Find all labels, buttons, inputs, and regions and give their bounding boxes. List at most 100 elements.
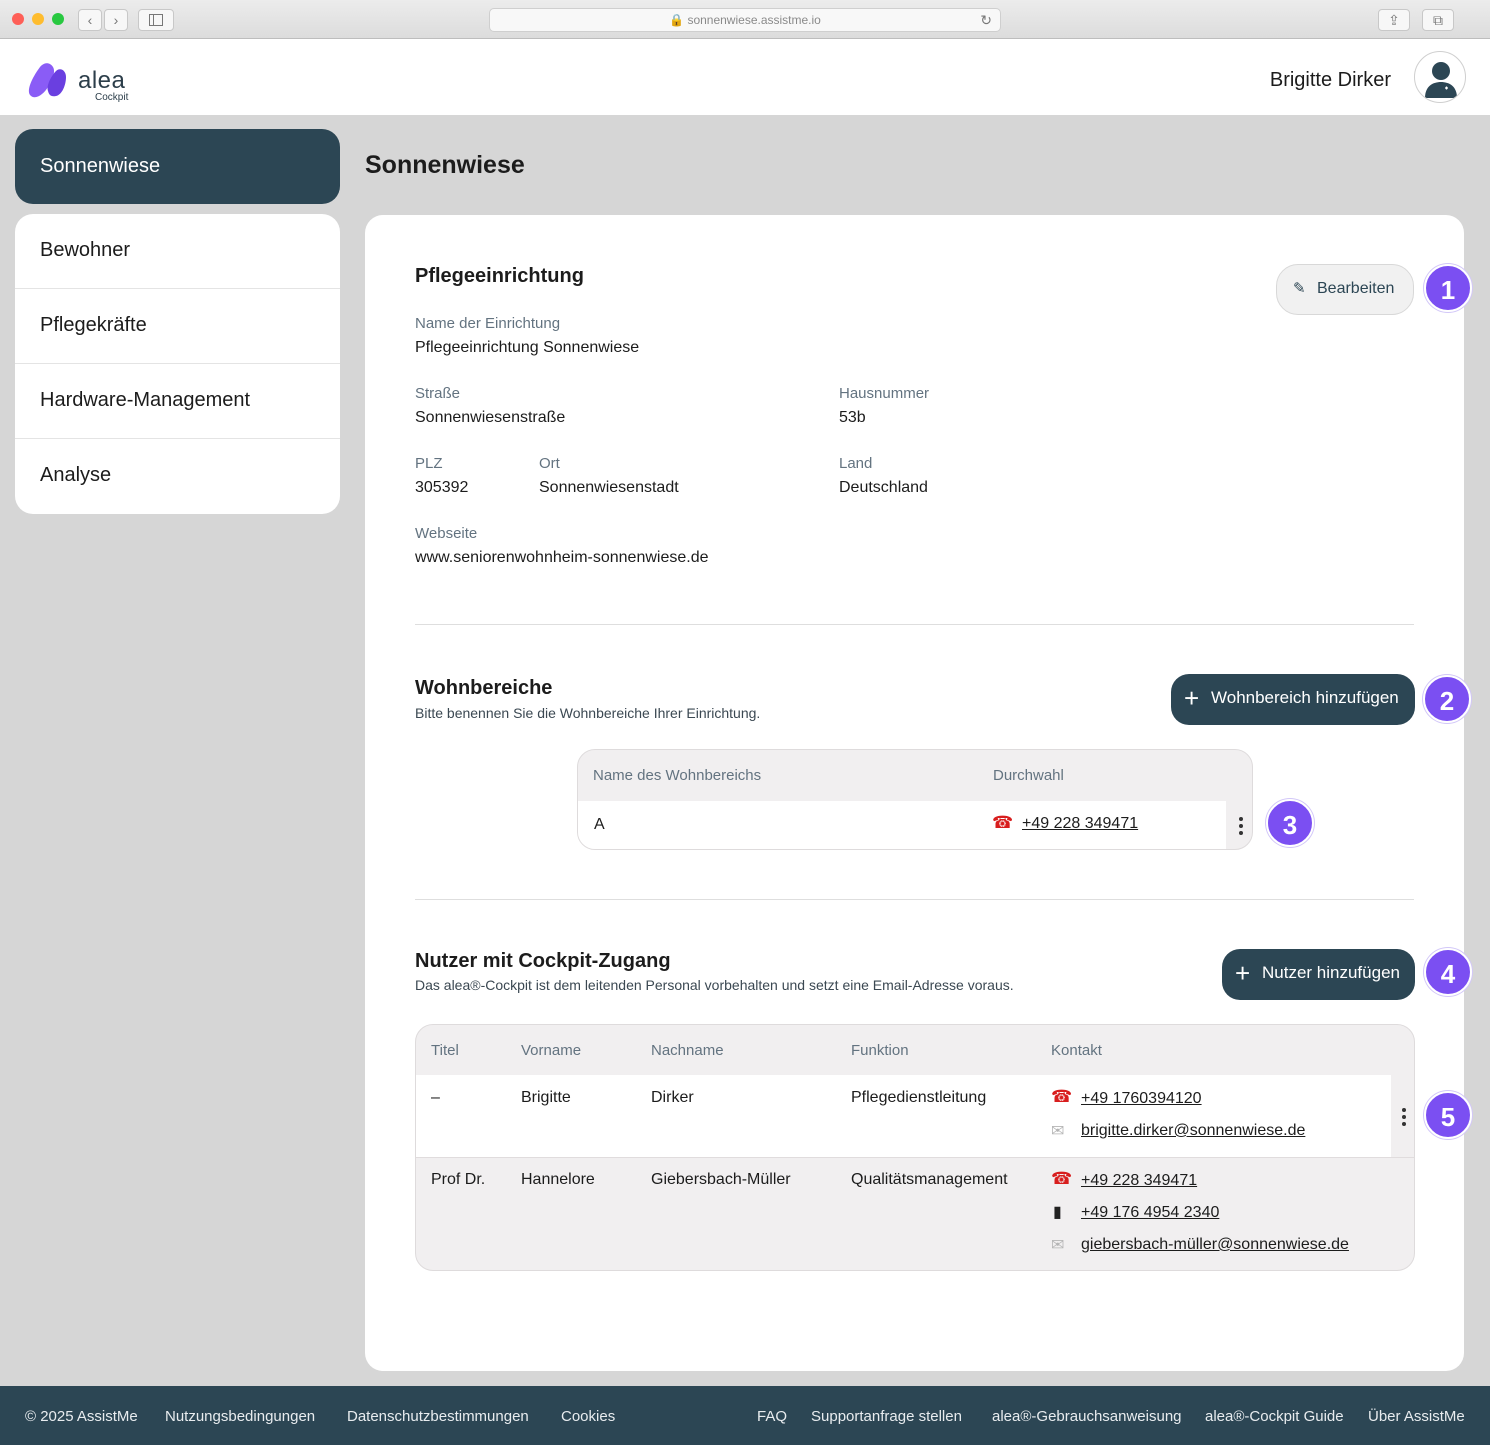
share-icon[interactable]: ⇪ bbox=[1378, 9, 1410, 31]
plus-icon: + bbox=[1235, 958, 1251, 988]
footer-link-faq[interactable]: FAQ bbox=[757, 1408, 787, 1425]
url-text: sonnenwiese.assistme.io bbox=[687, 13, 821, 27]
footer-link-cookies[interactable]: Cookies bbox=[561, 1408, 615, 1425]
sidebar-item-bewohner[interactable]: Bewohner bbox=[15, 214, 340, 289]
edit-button-label: Bearbeiten bbox=[1317, 280, 1395, 297]
add-area-button[interactable]: + Wohnbereich hinzufügen bbox=[1171, 674, 1415, 725]
area-phone-link[interactable]: +49 228 349471 bbox=[1022, 815, 1138, 833]
users-col-first-name: Vorname bbox=[521, 1042, 582, 1059]
city-value: Sonnenwiesenstadt bbox=[539, 479, 679, 496]
user-avatar-icon[interactable] bbox=[1414, 51, 1466, 103]
users-col-title: Titel bbox=[431, 1042, 459, 1059]
areas-table: Name des Wohnbereichs Durchwahl A ☎ +49 … bbox=[577, 749, 1253, 850]
annotation-badge-2: 2 bbox=[1423, 675, 1471, 723]
users-table: Titel Vorname Nachname Funktion Kontakt … bbox=[415, 1024, 1415, 1271]
pencil-icon: ✎ bbox=[1293, 280, 1306, 297]
reload-icon[interactable]: ↻ bbox=[980, 9, 992, 31]
zip-label: PLZ bbox=[415, 455, 443, 472]
mobile-phone-icon: ▮ bbox=[1053, 1204, 1062, 1221]
facility-card: Pflegeeinrichtung ✎ Bearbeiten Name der … bbox=[365, 215, 1464, 1371]
back-icon[interactable]: ‹ bbox=[78, 9, 102, 31]
users-col-role: Funktion bbox=[851, 1042, 909, 1059]
minimize-window-button[interactable] bbox=[32, 13, 44, 25]
users-col-last-name: Nachname bbox=[651, 1042, 724, 1059]
phone-icon: ☎ bbox=[992, 813, 1014, 832]
facility-name-value: Pflegeeinrichtung Sonnenwiese bbox=[415, 339, 640, 356]
logo-wordmark: alea bbox=[78, 67, 126, 94]
sidebar-item-hardware-management[interactable]: Hardware-Management bbox=[15, 364, 340, 439]
user-first-name: Hannelore bbox=[521, 1171, 595, 1188]
sidebar-toggle-icon[interactable] bbox=[138, 9, 174, 31]
user-first-name: Brigitte bbox=[521, 1089, 571, 1106]
lock-icon: 🔒 bbox=[669, 13, 685, 27]
country-label: Land bbox=[839, 455, 873, 472]
footer: © 2025 AssistMe Nutzungsbedingungen Date… bbox=[0, 1386, 1490, 1445]
house-number-label: Hausnummer bbox=[839, 385, 930, 402]
country-value: Deutschland bbox=[839, 479, 928, 496]
user-phone-link[interactable]: +49 1760394120 bbox=[1081, 1090, 1202, 1108]
mail-icon: ✉ bbox=[1051, 1237, 1065, 1254]
user-role: Qualitätsmanagement bbox=[851, 1171, 1008, 1188]
plus-icon: + bbox=[1184, 683, 1200, 713]
logo-subtitle: Cockpit bbox=[95, 92, 129, 103]
house-number-value: 53b bbox=[839, 409, 866, 426]
website-value: www.seniorenwohnheim-sonnenwiese.de bbox=[415, 549, 709, 566]
table-row: – Brigitte Dirker Pflegedienstleitung ☎ … bbox=[416, 1075, 1391, 1157]
zip-value: 305392 bbox=[415, 479, 469, 496]
footer-link-support[interactable]: Supportanfrage stellen bbox=[811, 1408, 962, 1425]
phone-icon: ☎ bbox=[1051, 1087, 1073, 1106]
footer-link-privacy[interactable]: Datenschutzbestimmungen bbox=[347, 1408, 529, 1425]
alea-logo-icon bbox=[28, 63, 66, 98]
street-value: Sonnenwiesenstraße bbox=[415, 409, 566, 426]
section-divider bbox=[415, 899, 1414, 900]
user-name[interactable]: Brigitte Dirker bbox=[1270, 69, 1391, 92]
mail-icon: ✉ bbox=[1051, 1123, 1065, 1140]
row-menu-icon[interactable] bbox=[1239, 817, 1243, 838]
app-header: alea Cockpit Brigitte Dirker bbox=[0, 39, 1490, 115]
user-email-link[interactable]: giebersbach-müller@sonnenwiese.de bbox=[1081, 1236, 1349, 1254]
area-name: A bbox=[594, 816, 605, 833]
facility-section-title: Pflegeeinrichtung bbox=[415, 265, 584, 287]
sidebar-item-sonnenwiese[interactable]: Sonnenwiese bbox=[15, 129, 340, 204]
user-mobile-link[interactable]: +49 176 4954 2340 bbox=[1081, 1204, 1219, 1222]
sidebar-item-analyse[interactable]: Analyse bbox=[15, 439, 340, 514]
footer-link-about[interactable]: Über AssistMe bbox=[1368, 1408, 1465, 1425]
user-email-link[interactable]: brigitte.dirker@sonnenwiese.de bbox=[1081, 1122, 1305, 1140]
user-role: Pflegedienstleitung bbox=[851, 1089, 987, 1106]
city-label: Ort bbox=[539, 455, 560, 472]
user-last-name: Dirker bbox=[651, 1089, 694, 1106]
table-row: Prof Dr. Hannelore Giebersbach-Müller Qu… bbox=[416, 1157, 1414, 1270]
sidebar-nav: Bewohner Pflegekräfte Hardware-Managemen… bbox=[15, 214, 340, 514]
areas-subtitle: Bitte benennen Sie die Wohnbereiche Ihre… bbox=[415, 705, 761, 721]
users-subtitle: Das alea®-Cockpit ist dem leitenden Pers… bbox=[415, 977, 1014, 993]
row-menu-icon[interactable] bbox=[1402, 1108, 1406, 1129]
users-col-contact: Kontakt bbox=[1051, 1042, 1102, 1059]
close-window-button[interactable] bbox=[12, 13, 24, 25]
footer-link-terms[interactable]: Nutzungsbedingungen bbox=[165, 1408, 315, 1425]
add-user-button[interactable]: + Nutzer hinzufügen bbox=[1222, 949, 1415, 1000]
facility-name-label: Name der Einrichtung bbox=[415, 315, 561, 332]
section-divider bbox=[415, 624, 1414, 625]
sidebar-item-pflegekraefte[interactable]: Pflegekräfte bbox=[15, 289, 340, 364]
tabs-icon[interactable]: ⧉ bbox=[1422, 9, 1454, 31]
footer-link-guide[interactable]: alea®-Cockpit Guide bbox=[1205, 1408, 1344, 1425]
users-section-title: Nutzer mit Cockpit-Zugang bbox=[415, 950, 671, 972]
forward-icon[interactable]: › bbox=[104, 9, 128, 31]
phone-icon: ☎ bbox=[1051, 1169, 1073, 1188]
areas-col-name: Name des Wohnbereichs bbox=[593, 767, 762, 784]
footer-link-manual[interactable]: alea®-Gebrauchsanweisung bbox=[992, 1408, 1182, 1425]
street-label: Straße bbox=[415, 385, 461, 402]
user-title: Prof Dr. bbox=[431, 1171, 486, 1188]
table-row: A ☎ +49 228 349471 bbox=[578, 801, 1226, 849]
address-bar[interactable]: 🔒 sonnenwiese.assistme.io ↻ bbox=[489, 8, 1001, 32]
annotation-badge-5: 5 bbox=[1424, 1091, 1472, 1139]
areas-section-title: Wohnbereiche bbox=[415, 677, 553, 699]
website-label: Webseite bbox=[415, 525, 478, 542]
user-phone-link[interactable]: +49 228 349471 bbox=[1081, 1172, 1197, 1190]
maximize-window-button[interactable] bbox=[52, 13, 64, 25]
page-title: Sonnenwiese bbox=[365, 151, 525, 179]
add-user-label: Nutzer hinzufügen bbox=[1262, 963, 1400, 982]
footer-copyright: © 2025 AssistMe bbox=[25, 1408, 138, 1425]
user-title: – bbox=[431, 1089, 440, 1106]
edit-button[interactable]: ✎ Bearbeiten bbox=[1276, 264, 1414, 315]
